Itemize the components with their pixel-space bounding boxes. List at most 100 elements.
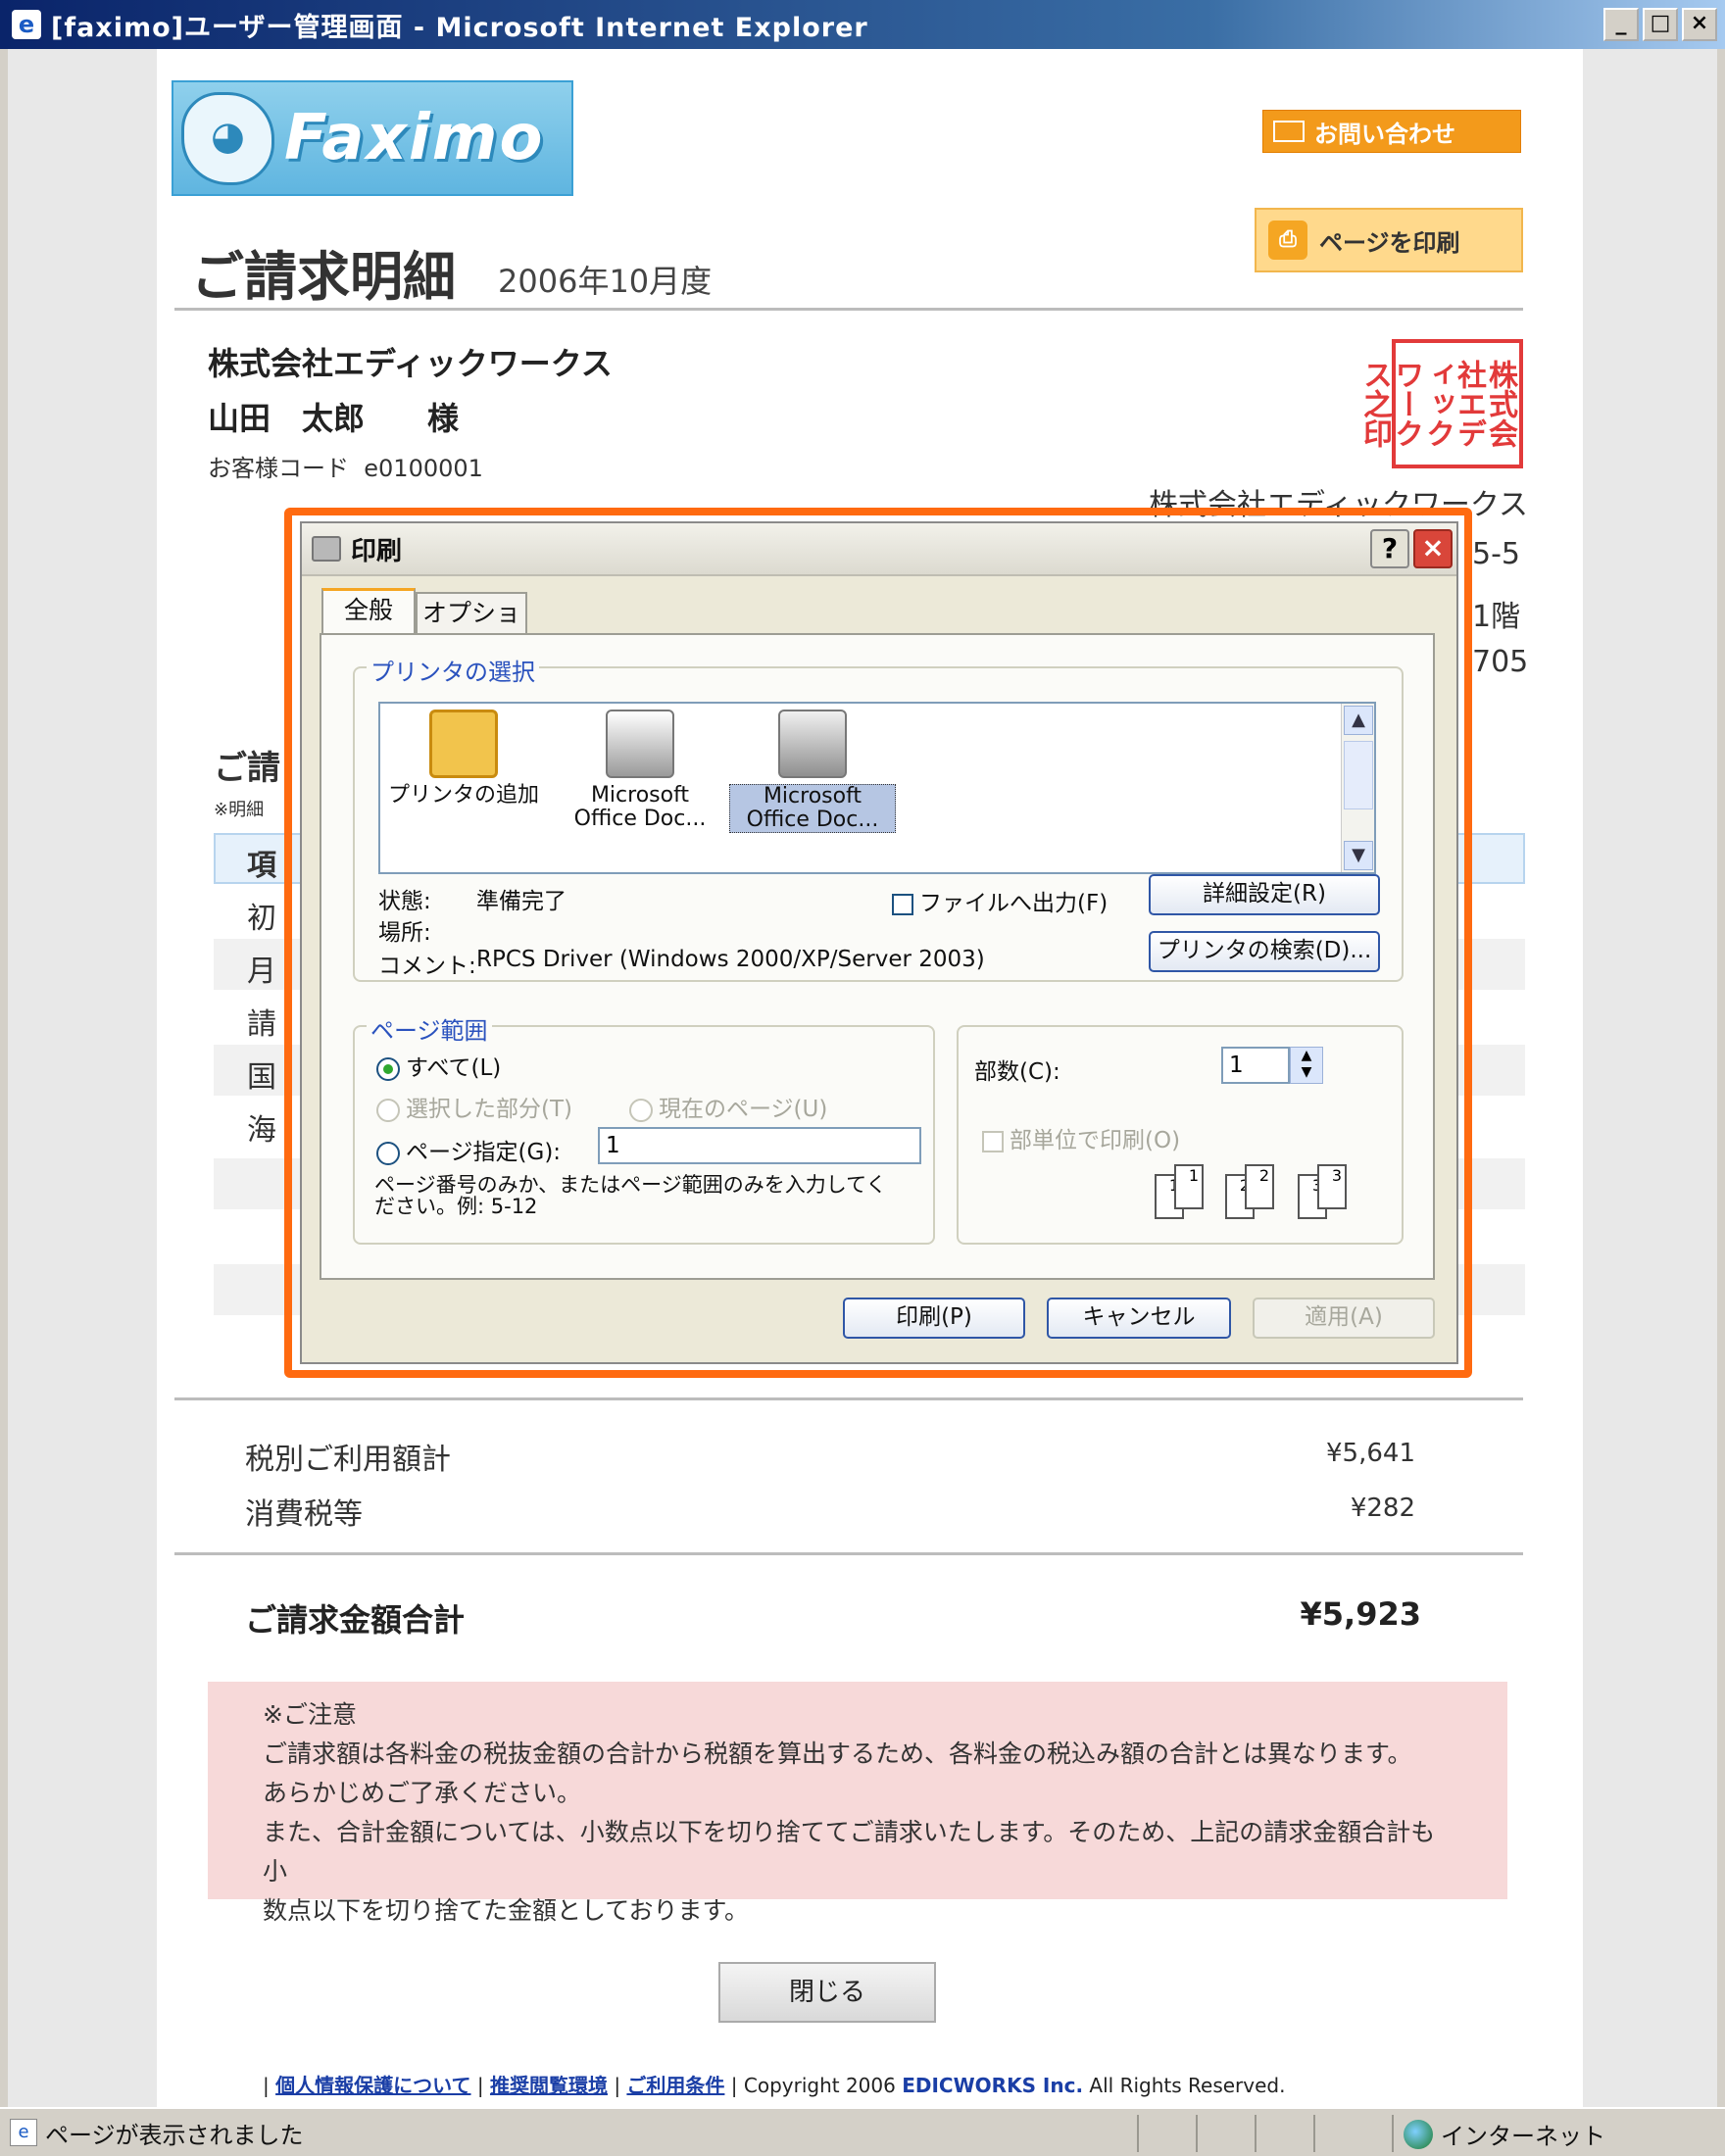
- status-message: ページが表示されました: [45, 2121, 304, 2149]
- tax-value: ¥282: [1350, 1494, 1415, 1523]
- range-all-radio[interactable]: すべて(L): [376, 1049, 501, 1082]
- checkbox-icon[interactable]: [892, 893, 913, 915]
- table-header-fragment: 項: [247, 849, 276, 883]
- printer-list-scrollbar[interactable]: ▲ ▼: [1341, 704, 1374, 872]
- page-range-input[interactable]: 1: [598, 1127, 921, 1164]
- note-fragment: ※明細: [214, 800, 265, 820]
- scroll-down-icon[interactable]: ▼: [1344, 841, 1373, 870]
- printer-item-add[interactable]: プリンタの追加: [380, 710, 547, 808]
- notice-box: ※ご注意 ご請求額は各料金の税抜金額の合計から税額を算出するため、各料金の税込み…: [208, 1682, 1507, 1925]
- copies-label: 部数(C):: [974, 1059, 1060, 1085]
- tab-options[interactable]: オプション: [416, 592, 527, 666]
- window-close-button[interactable]: ×: [1682, 8, 1717, 41]
- tab-general[interactable]: 全般: [321, 588, 416, 635]
- divider: [174, 1552, 1523, 1555]
- printer-label: Microsoft Office Doc...: [573, 783, 707, 831]
- help-button[interactable]: ?: [1370, 529, 1409, 568]
- collate-page-icon: 1: [1174, 1164, 1204, 1209]
- printer-item-selected[interactable]: Microsoft Office Doc...: [729, 710, 896, 833]
- footer-link-browser[interactable]: 推奨閲覧環境: [490, 2074, 608, 2097]
- status-divider: [1196, 2115, 1198, 2152]
- printer-label: プリンタの追加: [387, 783, 539, 808]
- minimize-button[interactable]: _: [1603, 8, 1639, 41]
- copies-input[interactable]: 1: [1221, 1047, 1290, 1084]
- printer-item[interactable]: Microsoft Office Doc...: [557, 710, 723, 831]
- notice-line: ご請求額は各料金の税抜金額の合計から税額を算出するため、各料金の税込み額の合計と…: [263, 1740, 1412, 1768]
- radio-selected-icon[interactable]: [376, 1056, 400, 1081]
- collate-checkbox: 部単位で印刷(O): [982, 1121, 1180, 1154]
- add-printer-icon: [429, 710, 498, 778]
- collate-page-icon: 2: [1245, 1164, 1274, 1209]
- print-page-label: ページを印刷: [1319, 228, 1460, 257]
- statusbar: e ページが表示されました インターネット: [0, 2107, 1725, 2156]
- radio-icon: [376, 1098, 400, 1122]
- globe-icon: [1404, 2119, 1433, 2149]
- subtotal-label: 税別ご利用額計: [245, 1443, 451, 1477]
- status-divider: [1392, 2115, 1394, 2152]
- mail-icon: [1273, 121, 1305, 142]
- status-divider: [1137, 2115, 1139, 2152]
- comment-label: コメント:: [378, 954, 476, 979]
- copyright: Copyright 2006: [743, 2074, 896, 2097]
- billing-period: 2006年10月度: [498, 263, 713, 300]
- default-printer-icon: [778, 710, 847, 778]
- notice-line: また、合計金額については、小数点以下を切り捨ててご請求いたします。そのため、上記…: [263, 1818, 1436, 1886]
- logo-text: Faximo: [284, 102, 545, 174]
- maximize-button[interactable]: □: [1643, 8, 1678, 41]
- footer: | 個人情報保護について | 推奨閲覧環境 | ご利用条件 | Copyrigh…: [263, 2074, 1286, 2097]
- printer-label: Microsoft Office Doc...: [729, 784, 896, 833]
- print-page-button[interactable]: ⎙ ページを印刷: [1255, 208, 1523, 272]
- page-range-group: ページ範囲 すべて(L) 選択した部分(T) 現在のページ(U) ページ指定(G…: [353, 1011, 935, 1245]
- radio-icon[interactable]: [376, 1141, 400, 1165]
- issuer-phone-fragment: 705: [1472, 645, 1529, 679]
- printer-select-group: プリンタの選択 プリンタの追加 Microsoft Office Doc... …: [353, 653, 1404, 982]
- ie-icon: e: [12, 10, 41, 39]
- range-pages-radio[interactable]: ページ指定(G):: [376, 1133, 561, 1166]
- total-label: ご請求金額合計: [245, 1601, 466, 1639]
- customer-code: お客様コード e0100001: [208, 449, 483, 483]
- scroll-up-icon[interactable]: ▲: [1344, 706, 1373, 735]
- print-dialog: 印刷 ? × 全般 オプション プリンタの選択 プリンタの追加 Microsof…: [300, 521, 1458, 1364]
- notice-line: 数点以下を切り捨てた金額としております。: [263, 1896, 750, 1925]
- close-button[interactable]: 閉じる: [718, 1962, 936, 2023]
- collate-page-icon: 3: [1317, 1164, 1347, 1209]
- range-selection-radio: 選択した部分(T): [376, 1090, 572, 1123]
- checkbox-icon: [982, 1130, 1004, 1152]
- copyright-rights: All Rights Reserved.: [1089, 2074, 1286, 2097]
- advanced-settings-button[interactable]: 詳細設定(R): [1149, 874, 1380, 915]
- status-value: 準備完了: [476, 889, 567, 914]
- tax-label: 消費税等: [245, 1497, 363, 1532]
- mascot-icon: ◕: [181, 91, 274, 185]
- customer-code-value: e0100001: [364, 455, 483, 482]
- status-label: 状態:: [378, 889, 431, 914]
- printer-list[interactable]: プリンタの追加 Microsoft Office Doc... Microsof…: [378, 702, 1376, 874]
- cancel-button[interactable]: キャンセル: [1047, 1298, 1231, 1339]
- dialog-close-button[interactable]: ×: [1413, 529, 1453, 568]
- page-title: ご請求明細: [191, 246, 456, 308]
- print-button[interactable]: 印刷(P): [843, 1298, 1025, 1339]
- dialog-titlebar: 印刷: [302, 523, 1456, 576]
- notice-title: ※ご注意: [263, 1700, 357, 1729]
- zone-label: インターネット: [1441, 2123, 1605, 2150]
- page-range-hint: ページ番号のみか、またはページ範囲のみを入力してください。例: 5-12: [374, 1173, 887, 1218]
- status-divider: [1313, 2115, 1315, 2152]
- print-to-file-checkbox[interactable]: ファイルへ出力(F): [892, 884, 1108, 917]
- divider: [174, 308, 1523, 311]
- copies-spinner[interactable]: ▲ ▼: [1290, 1047, 1323, 1084]
- printer-icon: [606, 710, 674, 778]
- subtotal-value: ¥5,641: [1326, 1439, 1415, 1468]
- comment-value: RPCS Driver (Windows 2000/XP/Server 2003…: [476, 947, 985, 972]
- page-range-label: ページ範囲: [367, 1011, 492, 1046]
- find-printer-button[interactable]: プリンタの検索(D)...: [1149, 931, 1380, 972]
- contact-label: お問い合わせ: [1314, 120, 1455, 148]
- faximo-logo: ◕ Faximo: [172, 80, 573, 196]
- scroll-thumb[interactable]: [1344, 741, 1373, 809]
- section-heading-fragment: ご請: [214, 749, 280, 788]
- divider: [174, 1397, 1523, 1400]
- contact-button[interactable]: お問い合わせ: [1262, 110, 1521, 153]
- footer-link-terms[interactable]: ご利用条件: [626, 2074, 724, 2097]
- print-icon: ⎙: [1268, 220, 1307, 260]
- total-value: ¥5,923: [1300, 1595, 1421, 1633]
- table-row: 海: [247, 1113, 276, 1148]
- footer-link-privacy[interactable]: 個人情報保護について: [275, 2074, 470, 2097]
